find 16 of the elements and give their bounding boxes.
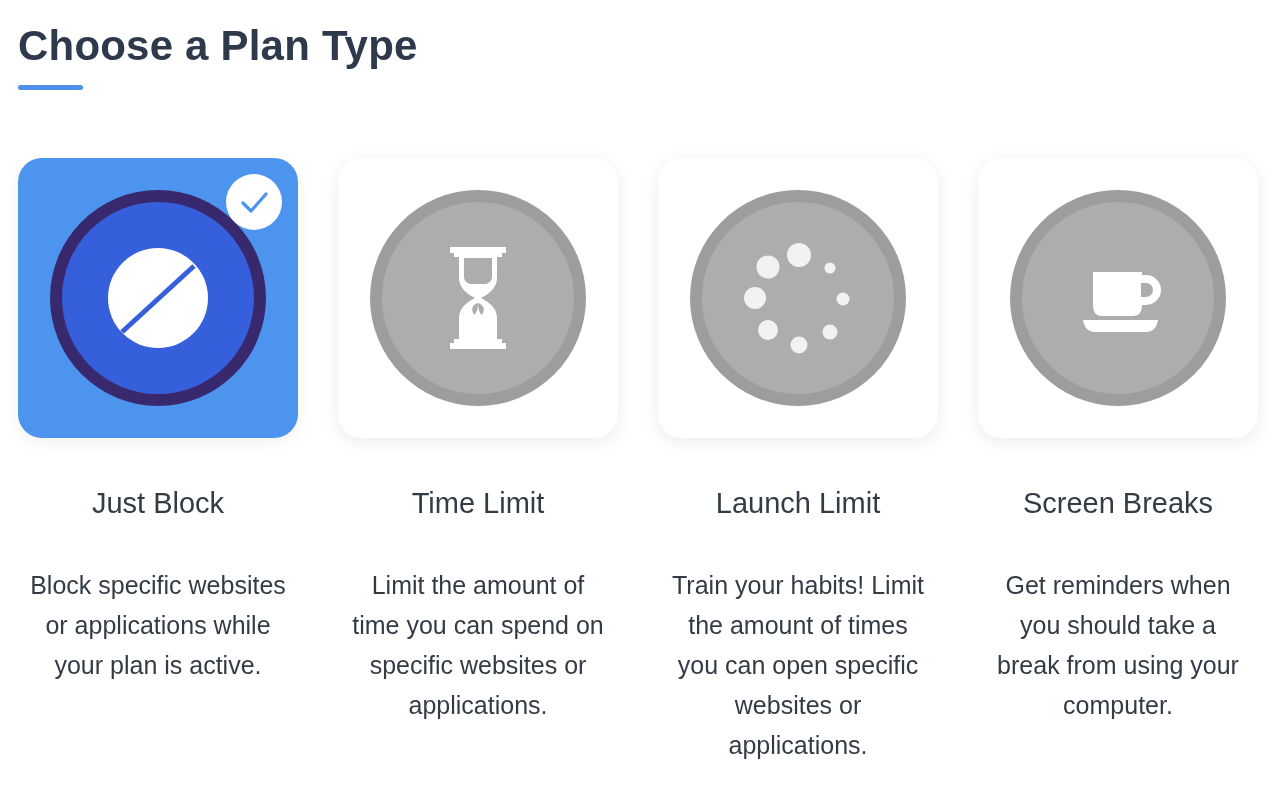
title-accent-bar [18,85,83,90]
plan-name: Time Limit [411,486,545,521]
page-title: Choose a Plan Type [18,21,418,71]
plan-description: Limit the amount of time you can spend on specific websites or applications. [351,570,605,721]
hourglass-icon [370,190,586,406]
loading-dots-icon [690,190,906,406]
coffee-cup-icon [1010,190,1226,406]
prohibited-icon [50,190,266,406]
check-icon [226,174,282,230]
plan-description: Get reminders when you should take a break from using your computer. [996,570,1240,721]
plan-description: Train your habits! Limit the amount of times you can open specific websites or applications. [671,570,925,761]
plan-card[interactable] [18,158,298,438]
plan-name: Launch Limit [715,486,881,521]
plan-description: Block specific websites or applications while your plan is active. [29,570,287,681]
plan-name: Just Block [91,486,225,521]
plan-name: Screen Breaks [1022,486,1214,521]
